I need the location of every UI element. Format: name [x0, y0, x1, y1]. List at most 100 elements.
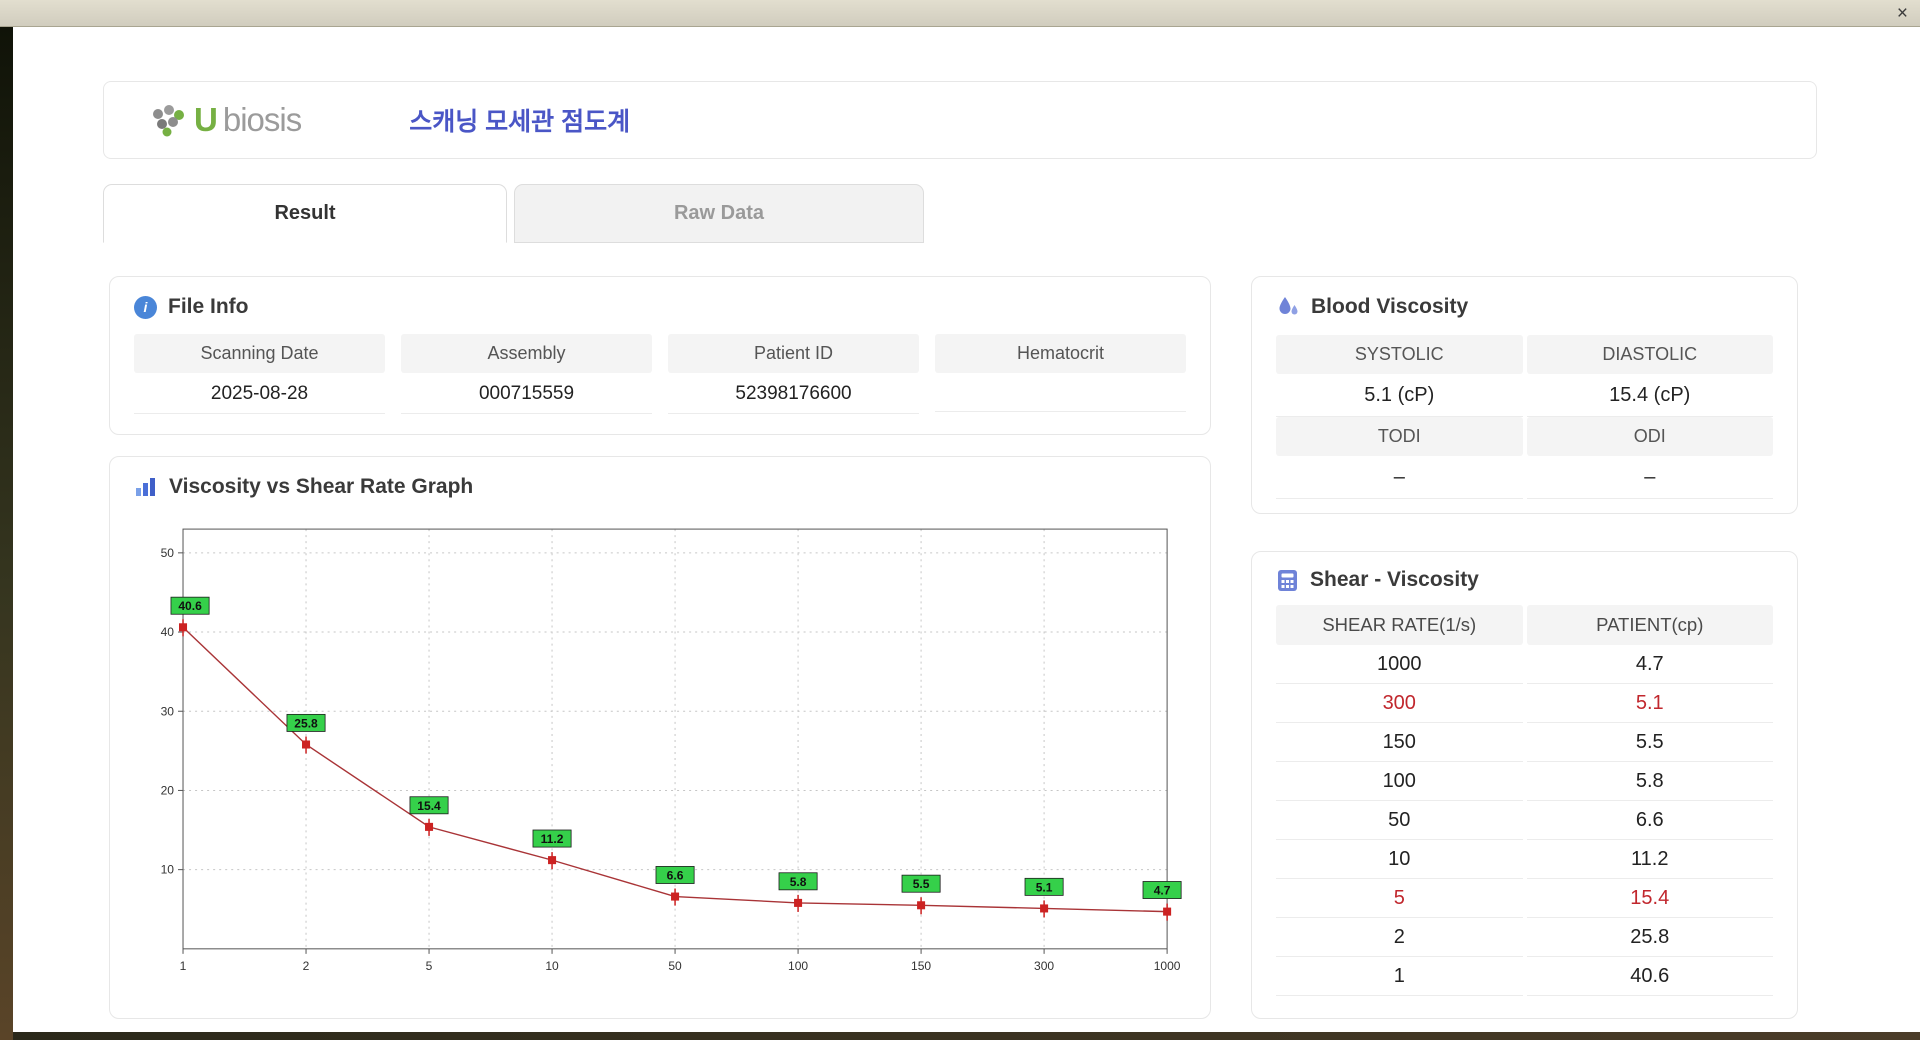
patient-cell: 15.4	[1526, 879, 1773, 918]
table-row: 1 40.6	[1276, 957, 1773, 996]
svg-text:50: 50	[668, 959, 682, 973]
svg-text:5.8: 5.8	[790, 875, 807, 889]
calculator-icon	[1278, 569, 1297, 591]
svg-text:40: 40	[161, 625, 175, 639]
field-label: Assembly	[401, 334, 652, 373]
ubiosis-logo: Ubiosis	[148, 101, 302, 139]
field-value: 52398176600	[668, 373, 919, 414]
shear-viscosity-title: Shear - Viscosity	[1310, 568, 1479, 591]
diastolic-label: DIASTOLIC	[1526, 335, 1773, 374]
svg-text:300: 300	[1034, 959, 1054, 973]
svg-text:5: 5	[426, 959, 433, 973]
screen: × Ubiosis 스캐닝 모세관 점도계 Result Raw Data i …	[0, 0, 1920, 1040]
table-header-row: SHEAR RATE(1/s) PATIENT(cp)	[1276, 605, 1773, 645]
table-row: 50 6.6	[1276, 801, 1773, 840]
info-icon: i	[134, 295, 157, 319]
svg-text:1: 1	[180, 959, 187, 973]
table-row: 1000 4.7	[1276, 645, 1773, 684]
patient-cell: 6.6	[1526, 801, 1773, 840]
field-hematocrit: Hematocrit	[935, 334, 1186, 414]
logo-grapes-icon	[153, 105, 184, 137]
logo-text-rest: biosis	[222, 101, 302, 138]
file-info-card: i File Info Scanning Date 2025-08-28 Ass…	[109, 276, 1211, 435]
patient-cell: 40.6	[1526, 957, 1773, 996]
svg-text:25.8: 25.8	[294, 716, 318, 730]
svg-text:1000: 1000	[1154, 959, 1181, 973]
svg-text:15.4: 15.4	[417, 799, 441, 813]
file-info-fields: Scanning Date 2025-08-28 Assembly 000715…	[134, 334, 1186, 414]
shear-rate-cell: 10	[1276, 840, 1523, 879]
svg-text:30: 30	[161, 704, 175, 718]
patient-cell: 5.8	[1526, 762, 1773, 801]
blood-viscosity-grid: SYSTOLIC DIASTOLIC 5.1 (cP) 15.4 (cP) TO…	[1276, 335, 1773, 499]
app-title: 스캐닝 모세관 점도계	[409, 108, 631, 136]
tab-raw-data[interactable]: Raw Data	[514, 184, 924, 243]
patient-cell: 4.7	[1526, 645, 1773, 684]
table-row: 100 5.8	[1276, 762, 1773, 801]
blood-viscosity-title: Blood Viscosity	[1311, 295, 1469, 318]
todi-label: TODI	[1276, 417, 1523, 456]
odi-value: –	[1526, 456, 1773, 499]
svg-text:150: 150	[911, 959, 931, 973]
header-card: Ubiosis 스캐닝 모세관 점도계	[103, 81, 1817, 159]
svg-text:5.1: 5.1	[1036, 880, 1053, 894]
systolic-label: SYSTOLIC	[1276, 335, 1523, 374]
svg-text:40.6: 40.6	[178, 599, 202, 613]
table-row: 150 5.5	[1276, 723, 1773, 762]
svg-text:4.7: 4.7	[1154, 884, 1171, 898]
shear-rate-cell: 5	[1276, 879, 1523, 918]
field-label: Patient ID	[668, 334, 919, 373]
systolic-value: 5.1 (cP)	[1276, 374, 1523, 417]
field-label: Hematocrit	[935, 334, 1186, 373]
table-row: 2 25.8	[1276, 918, 1773, 957]
window-titlebar: ×	[0, 0, 1920, 27]
odi-label: ODI	[1526, 417, 1773, 456]
shear-rate-cell: 150	[1276, 723, 1523, 762]
bar-chart-icon	[136, 478, 155, 496]
table-row: 10 11.2	[1276, 840, 1773, 879]
field-value	[935, 373, 1186, 412]
graph-title: Viscosity vs Shear Rate Graph	[169, 475, 474, 498]
patient-cell: 5.5	[1526, 723, 1773, 762]
droplet-icon	[1279, 297, 1298, 315]
field-patient-id: Patient ID 52398176600	[668, 334, 919, 414]
svg-text:11.2: 11.2	[541, 832, 564, 846]
field-scanning-date: Scanning Date 2025-08-28	[134, 334, 385, 414]
field-label: Scanning Date	[134, 334, 385, 373]
svg-text:20: 20	[161, 783, 175, 797]
blood-viscosity-card: Blood Viscosity SYSTOLIC DIASTOLIC 5.1 (…	[1251, 276, 1798, 514]
shear-viscosity-card: Shear - Viscosity SHEAR RATE(1/s) PATIEN…	[1251, 551, 1798, 1019]
svg-text:6.6: 6.6	[667, 868, 684, 882]
logo-text-u: U	[194, 101, 218, 138]
table-row: 5 15.4	[1276, 879, 1773, 918]
app-window: Ubiosis 스캐닝 모세관 점도계 Result Raw Data i Fi…	[13, 27, 1920, 1032]
svg-text:10: 10	[545, 959, 559, 973]
svg-text:10: 10	[161, 863, 175, 877]
shear-rate-cell: 1	[1276, 957, 1523, 996]
shear-rate-cell: 300	[1276, 684, 1523, 723]
shear-viscosity-table: SHEAR RATE(1/s) PATIENT(cp) 1000 4.7 300…	[1276, 605, 1773, 996]
shear-chart: 10 20 30 40 50 1 2 5 10 50 100 150 300 1000 40.6 25.8 15…	[134, 507, 1186, 989]
close-button[interactable]: ×	[1897, 4, 1908, 23]
shear-rate-cell: 1000	[1276, 645, 1523, 684]
desktop-background-strip	[0, 27, 13, 1040]
patient-cell: 5.1	[1526, 684, 1773, 723]
table-row: 300 5.1	[1276, 684, 1773, 723]
svg-text:100: 100	[788, 959, 808, 973]
todi-value: –	[1276, 456, 1523, 499]
col-shear-rate: SHEAR RATE(1/s)	[1276, 605, 1523, 645]
diastolic-value: 15.4 (cP)	[1526, 374, 1773, 417]
col-patient: PATIENT(cp)	[1526, 605, 1773, 645]
shear-rate-cell: 2	[1276, 918, 1523, 957]
field-assembly: Assembly 000715559	[401, 334, 652, 414]
patient-cell: 25.8	[1526, 918, 1773, 957]
file-info-title: File Info	[168, 295, 249, 318]
viscosity-graph-card: Viscosity vs Shear Rate Graph 10 20 30 40 50…	[109, 456, 1211, 1019]
svg-text:5.5: 5.5	[913, 877, 930, 891]
svg-text:2: 2	[303, 959, 310, 973]
svg-text:50: 50	[161, 546, 175, 560]
tab-result[interactable]: Result	[103, 184, 507, 243]
patient-cell: 11.2	[1526, 840, 1773, 879]
field-value: 2025-08-28	[134, 373, 385, 414]
field-value: 000715559	[401, 373, 652, 414]
